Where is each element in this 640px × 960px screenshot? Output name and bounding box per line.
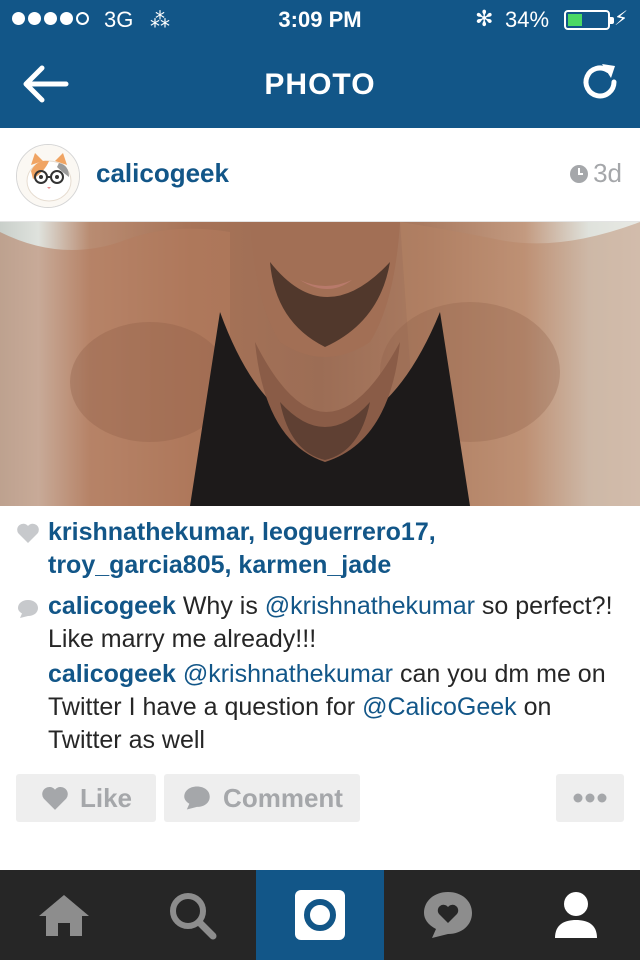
post-username[interactable]: calicogeek bbox=[96, 158, 229, 189]
comment-author[interactable]: calicogeek bbox=[48, 660, 176, 688]
charging-icon: ⚡ bbox=[614, 8, 629, 30]
camera-icon bbox=[295, 890, 345, 940]
battery-percent: 34% bbox=[505, 7, 550, 32]
comment-mention[interactable]: @krishnathekumar bbox=[183, 660, 393, 688]
comment-author[interactable]: calicogeek bbox=[48, 592, 176, 620]
comment-button[interactable]: Comment bbox=[164, 774, 360, 822]
status-bar: 3G ⁂ 3:09 PM ✻ 34% ⚡ bbox=[0, 0, 640, 40]
page-title: PHOTO bbox=[264, 68, 376, 101]
post-header: calicogeek 3d bbox=[0, 128, 640, 222]
liker[interactable]: krishnathekumar bbox=[48, 518, 248, 546]
liker[interactable]: karmen_jade bbox=[238, 551, 391, 579]
comment-bubble-icon bbox=[18, 600, 38, 618]
activity-heart-bubble-icon bbox=[424, 892, 472, 938]
home-icon bbox=[39, 895, 89, 936]
like-label: Like bbox=[79, 782, 133, 813]
post-timestamp: 3d bbox=[569, 158, 622, 189]
search-icon bbox=[170, 893, 217, 940]
time-ago: 3d bbox=[593, 158, 622, 188]
comment-mention[interactable]: @krishnathekumar bbox=[265, 592, 475, 620]
post-photo[interactable] bbox=[0, 222, 640, 506]
likes-list: krishnathekumar, leoguerrero17, troy_gar… bbox=[16, 516, 624, 582]
comment-bubble-icon bbox=[184, 786, 210, 810]
comment: calicogeek @krishnathekumar can you dm m… bbox=[16, 658, 624, 757]
battery-icon bbox=[564, 10, 614, 30]
comment-label: Comment bbox=[223, 782, 343, 813]
heart-icon bbox=[42, 787, 68, 810]
more-dots-icon bbox=[573, 793, 607, 803]
tab-home[interactable] bbox=[0, 870, 128, 960]
more-options-button[interactable] bbox=[556, 774, 624, 822]
nav-bar: PHOTO bbox=[0, 40, 640, 128]
clock-icon bbox=[570, 164, 589, 183]
tab-activity[interactable] bbox=[384, 870, 512, 960]
comment-mention[interactable]: @CalicoGeek bbox=[362, 693, 517, 721]
photo-image bbox=[0, 222, 640, 506]
liker[interactable]: troy_garcia805 bbox=[48, 551, 225, 579]
profile-icon bbox=[555, 892, 597, 938]
refresh-icon[interactable] bbox=[578, 60, 622, 104]
top-bar: 3G ⁂ 3:09 PM ✻ 34% ⚡ PHOTO bbox=[0, 0, 640, 128]
tab-bar bbox=[0, 870, 640, 960]
heart-icon bbox=[17, 523, 39, 543]
tab-camera[interactable] bbox=[256, 870, 384, 960]
comment: calicogeek Why is @krishnathekumar so pe… bbox=[16, 590, 624, 656]
liker[interactable]: leoguerrero17 bbox=[262, 518, 429, 546]
avatar[interactable] bbox=[16, 144, 80, 208]
tab-search[interactable] bbox=[128, 870, 256, 960]
cat-avatar-icon bbox=[17, 145, 79, 207]
comment-text: Why is bbox=[182, 592, 258, 620]
like-button[interactable]: Like bbox=[16, 774, 156, 822]
bluetooth-icon: ✻ bbox=[475, 6, 494, 31]
tab-profile[interactable] bbox=[512, 870, 640, 960]
